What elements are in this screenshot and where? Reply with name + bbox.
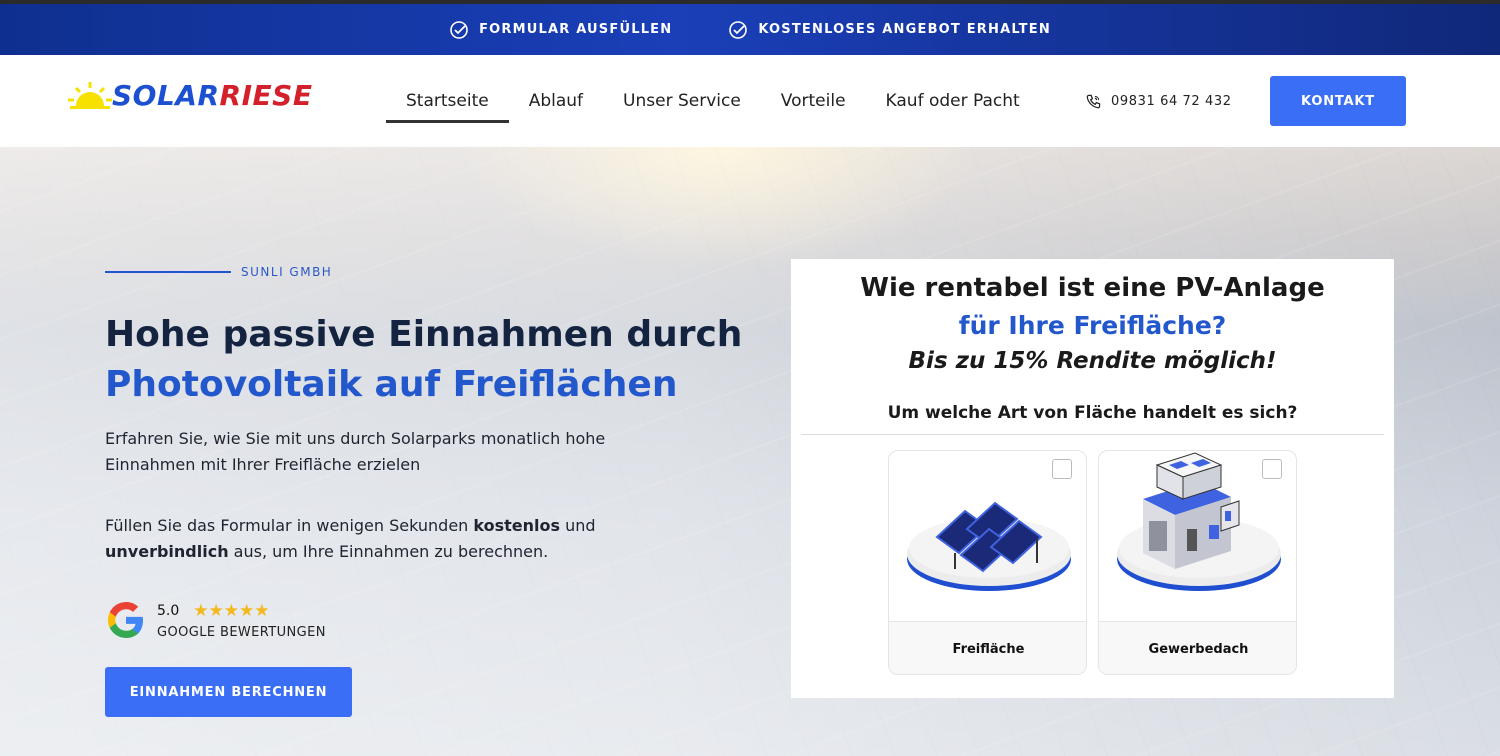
contact-button[interactable]: KONTAKT — [1270, 76, 1406, 126]
calculate-income-button[interactable]: EINNAHMEN BERECHNEN — [105, 667, 352, 717]
logo-word-riese: RIESE — [219, 78, 313, 112]
form-card: Wie rentabel ist eine PV-Anlage für Ihre… — [791, 259, 1394, 698]
rating-label: GOOGLE BEWERTUNGEN — [157, 624, 326, 640]
nav-kauf-oder-pacht[interactable]: Kauf oder Pacht — [866, 55, 1040, 147]
check-badge-icon — [450, 20, 468, 39]
form-heading-2: für Ihre Freifläche? — [958, 311, 1227, 340]
option-freiflaeche[interactable]: Freifläche — [888, 450, 1087, 675]
nav-startseite[interactable]: Startseite — [386, 55, 509, 147]
hero-eyebrow: SUNLI GMBH — [105, 265, 332, 279]
para2-bold-kostenlos: kostenlos — [473, 516, 561, 535]
form-heading-3: Bis zu 15% Rendite möglich! — [908, 348, 1277, 374]
google-logo-icon — [108, 602, 143, 638]
option-checkbox[interactable] — [1052, 459, 1072, 479]
rating-stars: ★★★★★ — [193, 600, 270, 621]
banner-item-offer: KOSTENLOSES ANGEBOT ERHALTEN — [728, 20, 1051, 40]
para2-bold-unverbindlich: unverbindlich — [105, 542, 229, 561]
nav-unser-service[interactable]: Unser Service — [603, 55, 761, 147]
hero-title-line2: Photovoltaik auf Freiflächen — [105, 364, 678, 405]
para2-text: Füllen Sie das Formular in wenigen Sekun… — [105, 516, 474, 535]
rating-top: 5.0 ★★★★★ — [157, 601, 326, 621]
para2-text: und — [560, 516, 596, 535]
hero-section: SUNLI GMBH Hohe passive Einnahmen durch … — [0, 147, 1500, 756]
banner-item-form: FORMULAR AUSFÜLLEN — [449, 20, 672, 40]
banner-item-label: FORMULAR AUSFÜLLEN — [479, 22, 673, 37]
sun-logo-icon — [68, 82, 112, 109]
check-badge-icon — [729, 20, 748, 39]
hero-title: Hohe passive Einnahmen durch Photovoltai… — [105, 310, 765, 410]
site-header: SOLAR RIESE Startseite Ablauf Unser Servi… — [0, 55, 1500, 147]
nav-vorteile[interactable]: Vorteile — [761, 55, 866, 147]
main-nav: Startseite Ablauf Unser Service Vorteile… — [386, 55, 1040, 147]
rating-meta: 5.0 ★★★★★ GOOGLE BEWERTUNGEN — [157, 601, 326, 640]
eyebrow-text: SUNLI GMBH — [241, 265, 333, 279]
option-label: Freifläche — [889, 621, 1086, 674]
banner-item-label: KOSTENLOSES ANGEBOT ERHALTEN — [758, 22, 1051, 37]
form-divider — [801, 434, 1384, 435]
phone-number: 09831 64 72 432 — [1111, 93, 1232, 109]
logo[interactable]: SOLAR RIESE — [68, 77, 338, 113]
phone-link[interactable]: 09831 64 72 432 — [1086, 55, 1232, 147]
option-label: Gewerbedach — [1099, 621, 1296, 674]
form-question: Um welche Art von Fläche handelt es sich… — [887, 403, 1298, 423]
phone-icon — [1086, 94, 1101, 108]
para2-text: aus, um Ihre Einnahmen zu berechnen. — [228, 542, 549, 561]
google-rating: 5.0 ★★★★★ GOOGLE BEWERTUNGEN — [105, 599, 326, 641]
nav-ablauf[interactable]: Ablauf — [509, 55, 603, 147]
hero-paragraph-2: Füllen Sie das Formular in wenigen Sekun… — [105, 513, 645, 565]
option-checkbox[interactable] — [1262, 459, 1282, 479]
option-gewerbedach[interactable]: Gewerbedach — [1098, 450, 1297, 675]
eyebrow-line — [105, 271, 231, 273]
hero-paragraph-1: Erfahren Sie, wie Sie mit uns durch Sola… — [105, 429, 606, 474]
logo-word-solar: SOLAR — [112, 78, 220, 112]
form-heading-1: Wie rentabel ist eine PV-Anlage — [860, 273, 1325, 303]
top-banner: FORMULAR AUSFÜLLEN KOSTENLOSES ANGEBOT E… — [0, 0, 1500, 55]
hero-title-line1: Hohe passive Einnahmen durch — [105, 314, 743, 355]
rating-score: 5.0 — [157, 602, 180, 619]
